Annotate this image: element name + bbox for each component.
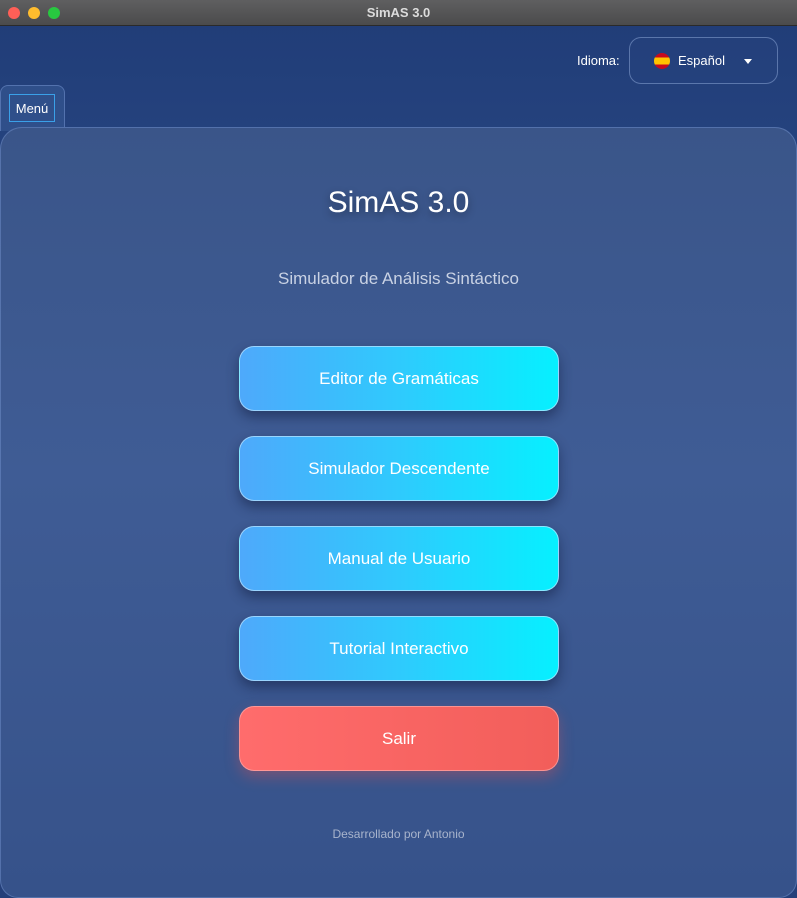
language-dropdown[interactable]: Español bbox=[629, 37, 778, 84]
menu-tab: Menú bbox=[0, 85, 65, 131]
grammar-editor-button[interactable]: Editor de Gramáticas bbox=[239, 346, 559, 411]
language-label: Idioma: bbox=[577, 53, 620, 68]
interactive-tutorial-button[interactable]: Tutorial Interactivo bbox=[239, 616, 559, 681]
spain-flag-icon bbox=[654, 53, 670, 69]
page-title: SimAS 3.0 bbox=[327, 186, 470, 219]
language-selected-value: Español bbox=[678, 53, 725, 68]
window-title: SimAS 3.0 bbox=[366, 5, 431, 20]
page-subtitle: Simulador de Análisis Sintáctico bbox=[278, 269, 519, 288]
footer-credit: Desarrollado por Antonio bbox=[332, 827, 465, 841]
menu-button[interactable]: Menú bbox=[9, 94, 55, 122]
descending-simulator-button[interactable]: Simulador Descendente bbox=[239, 436, 559, 501]
main-card: SimAS 3.0 Simulador de Análisis Sintácti… bbox=[0, 127, 797, 898]
exit-button[interactable]: Salir bbox=[239, 706, 559, 771]
app-window: SimAS 3.0 Idioma: Español Menú SimAS 3.0… bbox=[0, 0, 797, 898]
title-bar: SimAS 3.0 bbox=[0, 0, 797, 26]
chevron-down-icon bbox=[744, 59, 752, 64]
user-manual-button[interactable]: Manual de Usuario bbox=[239, 526, 559, 591]
